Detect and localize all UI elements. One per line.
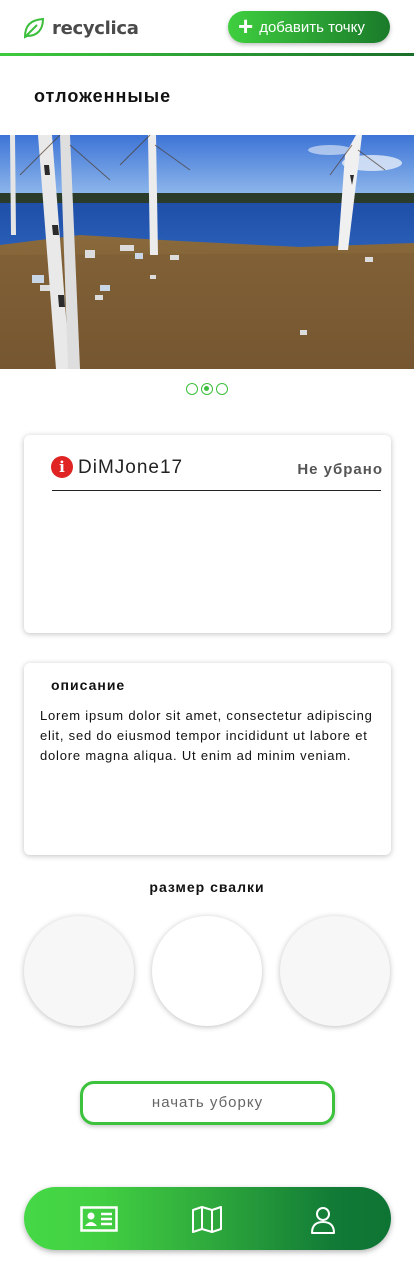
add-point-button[interactable]: + добавить точку (228, 11, 390, 43)
status-badge: Не убрано (297, 461, 383, 478)
carousel-dot-active[interactable] (201, 383, 213, 395)
info-icon: i (51, 456, 73, 478)
page-title: отложенныые (34, 86, 172, 106)
carousel-dot[interactable] (216, 383, 228, 395)
app-header: recyclica + добавить точку (0, 0, 414, 56)
logo[interactable]: recyclica (22, 16, 139, 40)
reporter-username[interactable]: DiMJone17 (78, 457, 183, 479)
report-card: i DiMJone17 Не убрано (24, 435, 391, 633)
leaf-icon (23, 17, 45, 39)
bottom-nav (24, 1187, 391, 1250)
app-name: recyclica (52, 17, 139, 39)
header-divider (0, 53, 414, 56)
description-card: описание Lorem ipsum dolor sit amet, con… (24, 663, 391, 855)
carousel-dot[interactable] (186, 383, 198, 395)
map-icon[interactable] (191, 1205, 223, 1233)
start-cleanup-button[interactable]: начать уборку (80, 1081, 335, 1125)
screen: recyclica + добавить точку отложенныые i… (0, 0, 414, 1272)
carousel-dots (186, 383, 228, 395)
size-option-small[interactable] (24, 916, 134, 1026)
add-point-label: добавить точку (259, 18, 365, 36)
size-option-large[interactable] (280, 916, 390, 1026)
plus-icon: + (238, 11, 254, 41)
divider (52, 490, 381, 491)
dump-photo-image (0, 135, 414, 369)
dump-size-title: размер свалки (149, 879, 265, 895)
description-text: Lorem ipsum dolor sit amet, consectetur … (40, 708, 373, 763)
user-icon[interactable] (309, 1206, 337, 1234)
id-card-icon[interactable] (80, 1205, 118, 1233)
size-option-medium[interactable] (152, 916, 262, 1026)
description-title: описание (51, 677, 126, 693)
dump-photo[interactable] (0, 135, 414, 369)
